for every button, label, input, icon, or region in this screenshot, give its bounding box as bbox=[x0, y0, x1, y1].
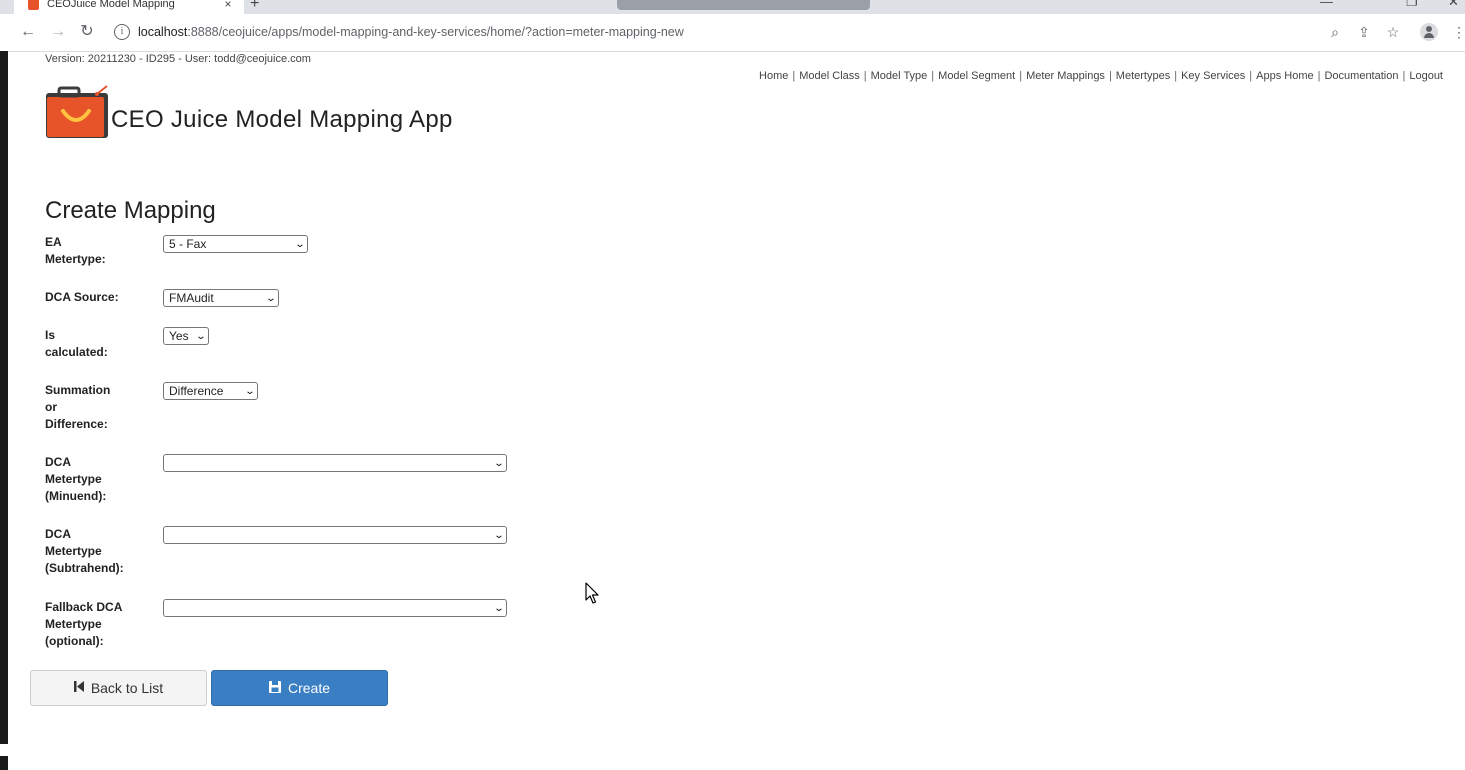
tab-close-icon[interactable]: × bbox=[220, 0, 236, 11]
step-backward-icon bbox=[73, 681, 84, 695]
version-info: Version: 20211230 - ID295 - User: todd@c… bbox=[45, 53, 311, 65]
ceojuice-logo-icon bbox=[46, 85, 108, 138]
bookmark-star-icon[interactable]: ☆ bbox=[1384, 23, 1402, 41]
label-fallback-dca-metertype: Fallback DCA Metertype (optional): bbox=[45, 600, 123, 648]
chevron-down-icon: ⌄ bbox=[244, 385, 256, 397]
nav-link-home[interactable]: Home bbox=[759, 70, 788, 82]
nav-separator: | bbox=[1249, 70, 1253, 82]
chevron-down-icon: ⌄ bbox=[265, 292, 277, 304]
url-path: :8888/ceojuice/apps/model-mapping-and-ke… bbox=[187, 25, 684, 39]
nav-separator: | bbox=[931, 70, 935, 82]
chevron-down-icon: ⌄ bbox=[493, 529, 505, 541]
nav-separator: | bbox=[792, 70, 796, 82]
back-to-list-label: Back to List bbox=[90, 680, 164, 696]
address-bar[interactable]: i localhost:8888/ceojuice/apps/model-map… bbox=[108, 19, 1318, 45]
nav-separator: | bbox=[1019, 70, 1023, 82]
profile-avatar-icon[interactable] bbox=[1420, 23, 1438, 41]
dca-source-select[interactable]: FMAudit ⌄ bbox=[163, 289, 279, 307]
ea-metertype-select[interactable]: 5 - Fax ⌄ bbox=[163, 235, 308, 253]
back-arrow-icon[interactable]: ← bbox=[18, 22, 38, 42]
url-host: localhost bbox=[138, 25, 188, 39]
nav-link-logout[interactable]: Logout bbox=[1409, 70, 1443, 82]
label-dca-metertype-minuend: DCA Metertype (Minuend): bbox=[45, 455, 107, 503]
tab-overlay-bar bbox=[617, 0, 870, 10]
nav-separator: | bbox=[1108, 70, 1112, 82]
label-summation-or-difference: Summation or Difference: bbox=[45, 383, 111, 431]
summation-or-difference-select[interactable]: Difference ⌄ bbox=[163, 382, 258, 400]
nav-link-model-class[interactable]: Model Class bbox=[799, 70, 860, 82]
nav-link-meter-mappings[interactable]: Meter Mappings bbox=[1026, 70, 1105, 82]
create-label: Create bbox=[287, 680, 331, 696]
new-tab-button[interactable]: + bbox=[250, 0, 259, 13]
close-window-icon[interactable]: ✕ bbox=[1448, 0, 1459, 10]
page-title: Create Mapping bbox=[45, 197, 216, 224]
nav-separator: | bbox=[1317, 70, 1321, 82]
chevron-down-icon: ⌄ bbox=[294, 238, 306, 250]
zoom-icon[interactable]: ⌕ bbox=[1326, 23, 1344, 41]
browser-toolbar: ← → ↻ i localhost:8888/ceojuice/apps/mod… bbox=[0, 14, 1465, 52]
fallback-dca-metertype-select[interactable]: ⌄ bbox=[163, 599, 507, 617]
left-window-edge bbox=[0, 51, 8, 770]
browser-tab[interactable]: CEOJuice Model Mapping × bbox=[14, 0, 244, 14]
forward-arrow-icon[interactable]: → bbox=[48, 22, 68, 42]
tab-title: CEOJuice Model Mapping bbox=[47, 0, 175, 10]
nav-separator: | bbox=[1174, 70, 1178, 82]
nav-link-model-segment[interactable]: Model Segment bbox=[938, 70, 1015, 82]
create-button[interactable]: Create bbox=[211, 670, 388, 706]
nav-link-key-services[interactable]: Key Services bbox=[1181, 70, 1245, 82]
mouse-cursor-icon bbox=[585, 582, 599, 604]
nav-link-apps-home[interactable]: Apps Home bbox=[1256, 70, 1313, 82]
more-menu-icon[interactable]: ⋮ bbox=[1450, 23, 1465, 41]
nav-separator: | bbox=[1402, 70, 1406, 82]
share-icon[interactable]: ⇪ bbox=[1355, 23, 1373, 41]
chevron-down-icon: ⌄ bbox=[195, 330, 207, 342]
nav-link-model-type[interactable]: Model Type bbox=[871, 70, 928, 82]
label-dca-metertype-subtrahend: DCA Metertype (Subtrahend): bbox=[45, 527, 124, 575]
reload-icon[interactable]: ↻ bbox=[77, 22, 97, 42]
label-dca-source: DCA Source: bbox=[45, 290, 119, 304]
restore-icon[interactable]: ❐ bbox=[1406, 0, 1418, 10]
dca-metertype-subtrahend-select[interactable]: ⌄ bbox=[163, 526, 507, 544]
label-ea-metertype: EA Metertype: bbox=[45, 235, 106, 266]
browser-tabstrip: CEOJuice Model Mapping × + — ❐ ✕ bbox=[0, 0, 1465, 14]
favicon-icon bbox=[28, 0, 39, 10]
chevron-down-icon: ⌄ bbox=[493, 457, 505, 469]
top-navigation: Home | Model Class | Model Type | Model Segmen… bbox=[759, 70, 1443, 82]
minimize-icon[interactable]: — bbox=[1320, 0, 1333, 9]
chevron-down-icon: ⌄ bbox=[493, 602, 505, 614]
back-to-list-button[interactable]: Back to List bbox=[30, 670, 207, 706]
nav-link-metertypes[interactable]: Metertypes bbox=[1116, 70, 1170, 82]
dca-metertype-minuend-select[interactable]: ⌄ bbox=[163, 454, 507, 472]
app-title: CEO Juice Model Mapping App bbox=[111, 106, 453, 133]
label-is-calculated: Is calculated: bbox=[45, 328, 108, 359]
nav-link-documentation[interactable]: Documentation bbox=[1324, 70, 1398, 82]
is-calculated-select[interactable]: Yes ⌄ bbox=[163, 327, 209, 345]
floppy-disk-icon bbox=[268, 680, 281, 696]
site-info-icon[interactable]: i bbox=[114, 24, 130, 40]
nav-separator: | bbox=[863, 70, 867, 82]
